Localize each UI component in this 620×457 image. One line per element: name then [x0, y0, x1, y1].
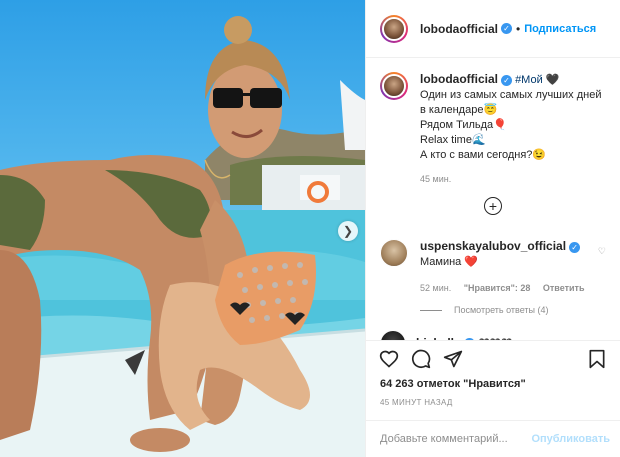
comment-text: Мамина — [420, 256, 462, 268]
comment-item: bichella✓ 🖤🖤🖤 — [380, 330, 512, 340]
save-button[interactable] — [586, 348, 608, 370]
share-button[interactable] — [442, 348, 464, 370]
share-icon — [443, 350, 463, 367]
comment-input[interactable] — [380, 433, 532, 445]
comment-likes[interactable]: "Нравится": 28 — [464, 283, 531, 293]
next-photo-button[interactable]: ❯ — [338, 221, 358, 241]
red-heart-emoji: ❤️ — [464, 256, 479, 268]
verified-badge-icon: ✓ — [569, 241, 581, 253]
post-timestamp: 45 МИНУТ НАЗАД — [380, 398, 453, 407]
caption-time: 45 мин. — [420, 174, 452, 184]
author-avatar[interactable] — [380, 14, 408, 43]
caption-line-2: Рядом Тильда — [420, 119, 494, 131]
photo-illustration — [0, 16, 365, 457]
post-photo[interactable]: ❯ — [0, 0, 365, 457]
commenter-avatar[interactable] — [380, 330, 406, 340]
wave-emoji: 🌊 — [471, 134, 486, 146]
commenter-username[interactable]: uspenskayalubov_official — [420, 239, 566, 253]
comment-time: 52 мин. — [420, 283, 452, 293]
smile-emoji: 😇 — [483, 104, 498, 116]
caption-line-1: Один из самых самых лучших дней в календ… — [420, 89, 602, 116]
follow-button[interactable]: Подписаться — [524, 23, 596, 35]
comment-item: uspenskayalubov_official ✓ Мамина ❤️ 52 м… — [380, 239, 606, 296]
reply-button[interactable]: Ответить — [543, 283, 585, 293]
author-username[interactable]: lobodaofficial — [420, 22, 498, 36]
caption-line-3: Relax time — [420, 134, 472, 146]
bookmark-icon — [589, 349, 605, 368]
post-caption: lobodaofficial ✓ #Мой 🖤 Один из самых сам… — [366, 58, 620, 184]
view-replies-button[interactable]: Посмотреть ответы (4) — [420, 305, 549, 315]
post-header: lobodaofficial ✓ • Подписаться — [366, 0, 620, 58]
caption-text: lobodaofficial ✓ #Мой 🖤 Один из самых сам… — [420, 72, 606, 163]
verified-badge-icon: ✓ — [501, 23, 512, 34]
caption-line-4: А кто с вами сегодня? — [420, 149, 533, 161]
chevron-right-icon: ❯ — [342, 224, 354, 238]
post-actions-bar — [366, 340, 620, 376]
likes-count[interactable]: 64 263 отметок "Нравится" — [380, 378, 526, 390]
comments-scroll-area[interactable]: lobodaofficial ✓ #Мой 🖤 Один из самых сам… — [366, 58, 620, 340]
balloon-emoji: 🎈 — [493, 119, 507, 131]
wink-emoji: 😉 — [532, 149, 547, 161]
commenter-avatar[interactable] — [380, 239, 408, 267]
post-side-panel: lobodaofficial ✓ • Подписаться lobodaoff… — [365, 0, 620, 457]
plus-circle-icon: + — [488, 198, 498, 214]
black-heart-emoji: 🖤 — [545, 74, 560, 86]
load-more-comments-button[interactable]: + — [484, 197, 502, 215]
comment-meta: 52 мин. "Нравится": 28 Ответить — [420, 281, 598, 296]
comment-like-heart-icon[interactable]: ♡ — [598, 246, 606, 296]
separator-dot: • — [516, 21, 521, 36]
verified-badge-icon: ✓ — [501, 74, 512, 86]
like-button[interactable] — [378, 348, 400, 370]
add-comment-bar: Опубликовать — [366, 420, 620, 457]
caption-username[interactable]: lobodaofficial — [420, 72, 498, 86]
comment-button[interactable] — [410, 348, 432, 370]
caption-hashtag[interactable]: #Мой — [515, 74, 543, 86]
comment-icon — [411, 349, 431, 368]
caption-author-avatar[interactable] — [380, 72, 408, 100]
heart-icon — [379, 350, 399, 368]
publish-button[interactable]: Опубликовать — [531, 433, 610, 445]
